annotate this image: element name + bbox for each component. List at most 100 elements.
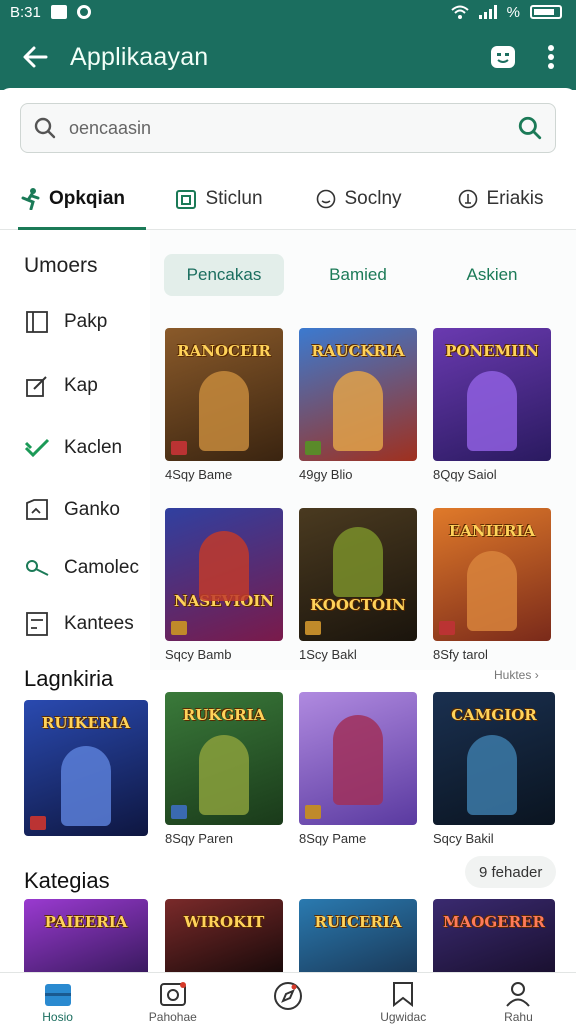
- game-cover-image: RANOCEIR: [165, 328, 283, 461]
- game-card[interactable]: PAIEERIA: [24, 899, 148, 972]
- sidebar-item-kaclen[interactable]: Kaclen: [24, 432, 122, 464]
- game-cover-image: RUIKERIA: [24, 700, 148, 836]
- search-input[interactable]: oencaasin: [69, 118, 517, 139]
- sidebar-item-kap[interactable]: Kap: [24, 370, 98, 402]
- back-button[interactable]: [0, 24, 70, 90]
- calendar-icon: [176, 189, 197, 209]
- game-card[interactable]: WIROKIT: [165, 899, 283, 972]
- character-art: [333, 371, 383, 451]
- game-card[interactable]: RUKGRIA 8Sqy Paren: [165, 692, 283, 846]
- chip-pencakas[interactable]: Pencakas: [164, 254, 284, 296]
- see-more-link[interactable]: Huktes ›: [494, 668, 539, 682]
- game-cover-image: KOOCTOIN: [299, 508, 417, 641]
- game-cover-image: PAIEERIA: [24, 899, 148, 972]
- sidebar-item-label: Kap: [64, 375, 98, 396]
- game-card[interactable]: PONEMIIN 8Qqy Saiol: [433, 328, 551, 482]
- tab-eriakis[interactable]: Eriakis: [426, 168, 576, 229]
- section-title-featured: Lagnkiria: [24, 666, 114, 691]
- game-card[interactable]: RAUCKRIA 49gy Blio: [299, 328, 417, 482]
- app-bar: Applikaayan: [0, 24, 576, 90]
- character-art: [199, 531, 249, 601]
- battery-icon: [530, 5, 562, 19]
- signal-icon: [478, 5, 497, 19]
- sidebar-item-label: Ganko: [64, 499, 120, 520]
- nav-saved[interactable]: Ugwidac: [346, 973, 461, 1024]
- character-art: [467, 551, 517, 631]
- game-card[interactable]: 8Sqy Pame: [299, 692, 417, 846]
- smile-icon: [317, 189, 336, 208]
- rating-badge-icon: [171, 441, 187, 455]
- filter-pill[interactable]: 9 fehader: [465, 856, 557, 888]
- tab-sticlun[interactable]: Sticlun: [146, 168, 292, 229]
- game-card[interactable]: CAMGIOR Sqcy Bakil: [433, 692, 555, 846]
- filter-chips: Pencakas Bamied Askien: [164, 254, 566, 296]
- game-card[interactable]: MAOGERER: [433, 899, 555, 972]
- search-bar[interactable]: oencaasin: [20, 103, 556, 153]
- overflow-menu-button[interactable]: [526, 24, 576, 90]
- game-card[interactable]: KOOCTOIN 1Scy Bakl: [299, 508, 417, 662]
- nav-home[interactable]: Hosio: [0, 973, 115, 1024]
- key-icon: [26, 560, 49, 576]
- home-icon: [44, 984, 71, 1006]
- sidebar-heading: Umoers: [24, 254, 98, 277]
- game-card[interactable]: RANOCEIR 4Sqy Bame: [165, 328, 283, 482]
- game-label: Sqcy Bamb: [165, 647, 232, 662]
- compass-icon: [274, 982, 302, 1010]
- sidebar-item-label: Kantees: [64, 613, 134, 634]
- nav-label: Hosio: [42, 1010, 73, 1024]
- sidebar-item-label: Kaclen: [64, 437, 123, 458]
- chip-askien[interactable]: Askien: [432, 254, 552, 296]
- game-cover-title: RUICERIA: [314, 913, 402, 931]
- game-cover-image: EANIERIA: [433, 508, 551, 641]
- chip-bamied[interactable]: Bamied: [298, 254, 418, 296]
- game-cover-title: RANOCEIR: [177, 342, 271, 360]
- bookmark-icon: [393, 982, 414, 1007]
- sync-icon: [76, 5, 91, 19]
- person-icon: [506, 982, 531, 1007]
- game-cover-image: RAUCKRIA: [299, 328, 417, 461]
- nav-profile[interactable]: Rahu: [461, 973, 576, 1024]
- character-art: [333, 715, 383, 805]
- search-icon: [34, 117, 56, 139]
- game-label: 8Sqy Pame: [299, 831, 367, 846]
- wifi-icon: [450, 5, 469, 19]
- featured-game-card[interactable]: RUIKERIA: [24, 700, 148, 836]
- game-label: 4Sqy Bame: [165, 467, 233, 482]
- game-label: Sqcy Bakil: [433, 831, 494, 846]
- nav-explore[interactable]: [230, 973, 345, 1024]
- sidebar-item-pakp[interactable]: Pakp: [24, 306, 107, 338]
- tab-label: Opkqian: [48, 187, 125, 209]
- game-card[interactable]: EANIERIA 8Sfy tarol: [433, 508, 551, 662]
- tab-bar: Opkqian Sticlun Soclny Eriakis: [0, 168, 576, 230]
- run-icon: [21, 187, 40, 210]
- search-submit-icon[interactable]: [517, 115, 543, 141]
- sidebar-item-kantees[interactable]: Kantees: [24, 608, 134, 640]
- nav-label: Ugwidac: [380, 1010, 427, 1024]
- game-card[interactable]: RUICERIA: [299, 899, 417, 972]
- profile-button[interactable]: [480, 24, 526, 90]
- rating-badge-icon: [171, 805, 187, 819]
- character-art: [61, 746, 111, 826]
- arrow-left-icon: [23, 46, 48, 68]
- sidebar-item-camolec[interactable]: Camolec: [24, 552, 139, 584]
- game-cover-title: PAIEERIA: [44, 913, 128, 931]
- game-grid: Pencakas Bamied Askien RANOCEIR 4Sqy Bam…: [150, 230, 576, 670]
- rating-badge-icon: [30, 816, 46, 830]
- game-cover-title: CAMGIOR: [451, 706, 537, 724]
- rating-badge-icon: [439, 621, 455, 635]
- nav-camera[interactable]: Pahohae: [115, 973, 230, 1024]
- camera-icon: [159, 982, 186, 1006]
- game-card[interactable]: NASEVIOIN Sqcy Bamb: [165, 508, 283, 662]
- sidebar-item-label: Pakp: [64, 311, 108, 332]
- tab-soclny[interactable]: Soclny: [292, 168, 426, 229]
- tab-label: Soclny: [344, 187, 402, 209]
- game-cover-image: RUKGRIA: [165, 692, 283, 825]
- sidebar-item-ganko[interactable]: Ganko: [24, 494, 120, 526]
- tab-opkqian[interactable]: Opkqian: [0, 168, 146, 230]
- game-label: 49gy Blio: [299, 467, 353, 482]
- app-title: Applikaayan: [70, 42, 209, 71]
- character-art: [199, 371, 249, 451]
- game-cover-title: WIROKIT: [183, 913, 265, 931]
- character-art: [467, 735, 517, 815]
- game-cover-title: KOOCTOIN: [310, 596, 406, 614]
